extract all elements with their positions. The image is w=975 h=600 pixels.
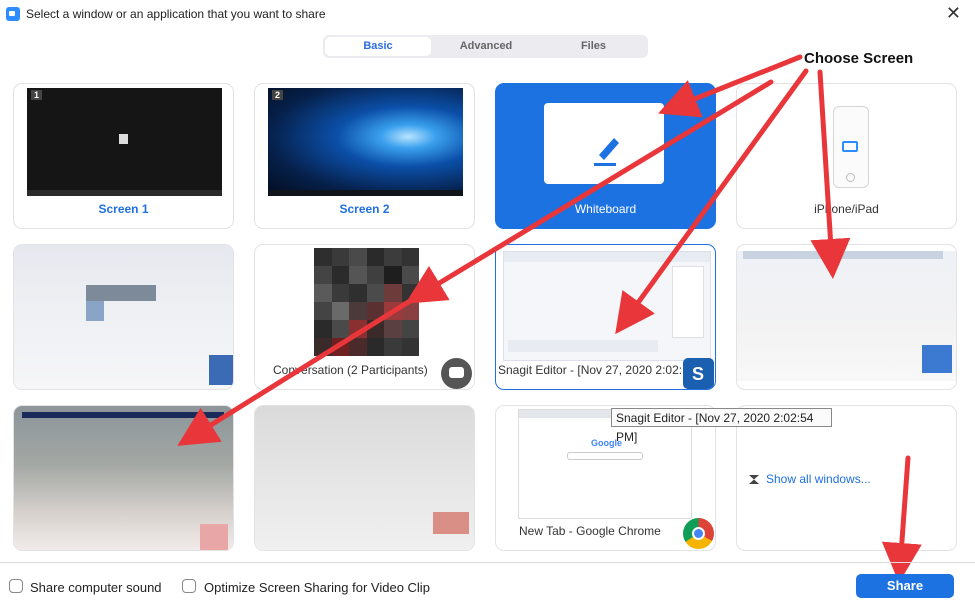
tile-screen-1[interactable]: 1 Screen 1 bbox=[13, 83, 234, 229]
chat-bubble-icon bbox=[441, 358, 472, 389]
tile-window-blurred-1[interactable] bbox=[13, 244, 234, 390]
tile-window-blurred-3[interactable] bbox=[13, 405, 234, 551]
screen-1-thumbnail bbox=[27, 88, 222, 196]
tile-screen-2[interactable]: 2 Screen 2 bbox=[254, 83, 475, 229]
screen-1-label: Screen 1 bbox=[98, 202, 149, 216]
tab-basic[interactable]: Basic bbox=[325, 37, 431, 56]
conversation-thumbnail bbox=[314, 248, 419, 356]
snagit-thumbnail bbox=[503, 251, 711, 361]
annotation-text: Choose Screen bbox=[804, 50, 914, 67]
cursor-icon bbox=[119, 134, 128, 144]
optimize-video-label: Optimize Screen Sharing for Video Clip bbox=[204, 580, 430, 595]
blur-block bbox=[86, 301, 104, 321]
app-badge-icon bbox=[209, 355, 233, 385]
chrome-app-icon bbox=[683, 518, 714, 549]
snagit-app-icon: S bbox=[683, 358, 714, 389]
window-thumbnail bbox=[737, 251, 956, 381]
hourglass-icon bbox=[749, 475, 759, 484]
screen-2-label: Screen 2 bbox=[339, 202, 390, 216]
taskbar bbox=[27, 190, 222, 196]
window-thumbnail bbox=[255, 406, 474, 550]
iphone-icon bbox=[833, 106, 869, 188]
tile-snagit[interactable]: Snagit Editor - [Nov 27, 2020 2:02:... S bbox=[495, 244, 716, 390]
iphone-label: iPhone/iPad bbox=[814, 202, 879, 216]
close-icon[interactable]: ✕ bbox=[946, 3, 961, 24]
window-thumbnail bbox=[14, 245, 233, 389]
share-button[interactable]: Share bbox=[856, 574, 954, 598]
tile-conversation[interactable]: Conversation (2 Participants) bbox=[254, 244, 475, 390]
taskbar bbox=[268, 190, 463, 196]
snagit-tooltip: Snagit Editor - [Nov 27, 2020 2:02:54 PM… bbox=[611, 408, 832, 444]
tile-window-blurred-2[interactable] bbox=[736, 244, 957, 390]
share-tabs: Basic Advanced Files bbox=[323, 35, 648, 58]
show-all-windows-link[interactable]: Show all windows... bbox=[766, 472, 871, 486]
screen-number: 1 bbox=[31, 90, 43, 100]
bottom-bar: Share computer sound Optimize Screen Sha… bbox=[0, 562, 975, 600]
optimize-video-checkbox[interactable] bbox=[182, 579, 196, 593]
blur-block bbox=[86, 285, 156, 301]
share-sound-label: Share computer sound bbox=[30, 580, 162, 595]
title-bar: Select a window or an application that y… bbox=[0, 0, 975, 28]
screen-2-thumbnail bbox=[268, 88, 463, 196]
pen-icon bbox=[594, 138, 619, 166]
window-title: Select a window or an application that y… bbox=[26, 7, 326, 21]
airplay-icon bbox=[842, 141, 858, 152]
zoom-app-icon bbox=[6, 7, 20, 21]
home-button-icon bbox=[846, 173, 855, 182]
whiteboard-card bbox=[544, 103, 664, 184]
tile-iphone-ipad[interactable]: iPhone/iPad bbox=[736, 83, 957, 229]
tab-files[interactable]: Files bbox=[541, 37, 646, 56]
share-sound-checkbox[interactable] bbox=[9, 579, 23, 593]
tab-advanced[interactable]: Advanced bbox=[433, 37, 539, 56]
screen-number: 2 bbox=[272, 90, 284, 100]
window-thumbnail bbox=[14, 406, 233, 550]
tile-window-blurred-4[interactable] bbox=[254, 405, 475, 551]
whiteboard-label: Whiteboard bbox=[574, 202, 637, 216]
tile-whiteboard[interactable]: Whiteboard bbox=[495, 83, 716, 229]
